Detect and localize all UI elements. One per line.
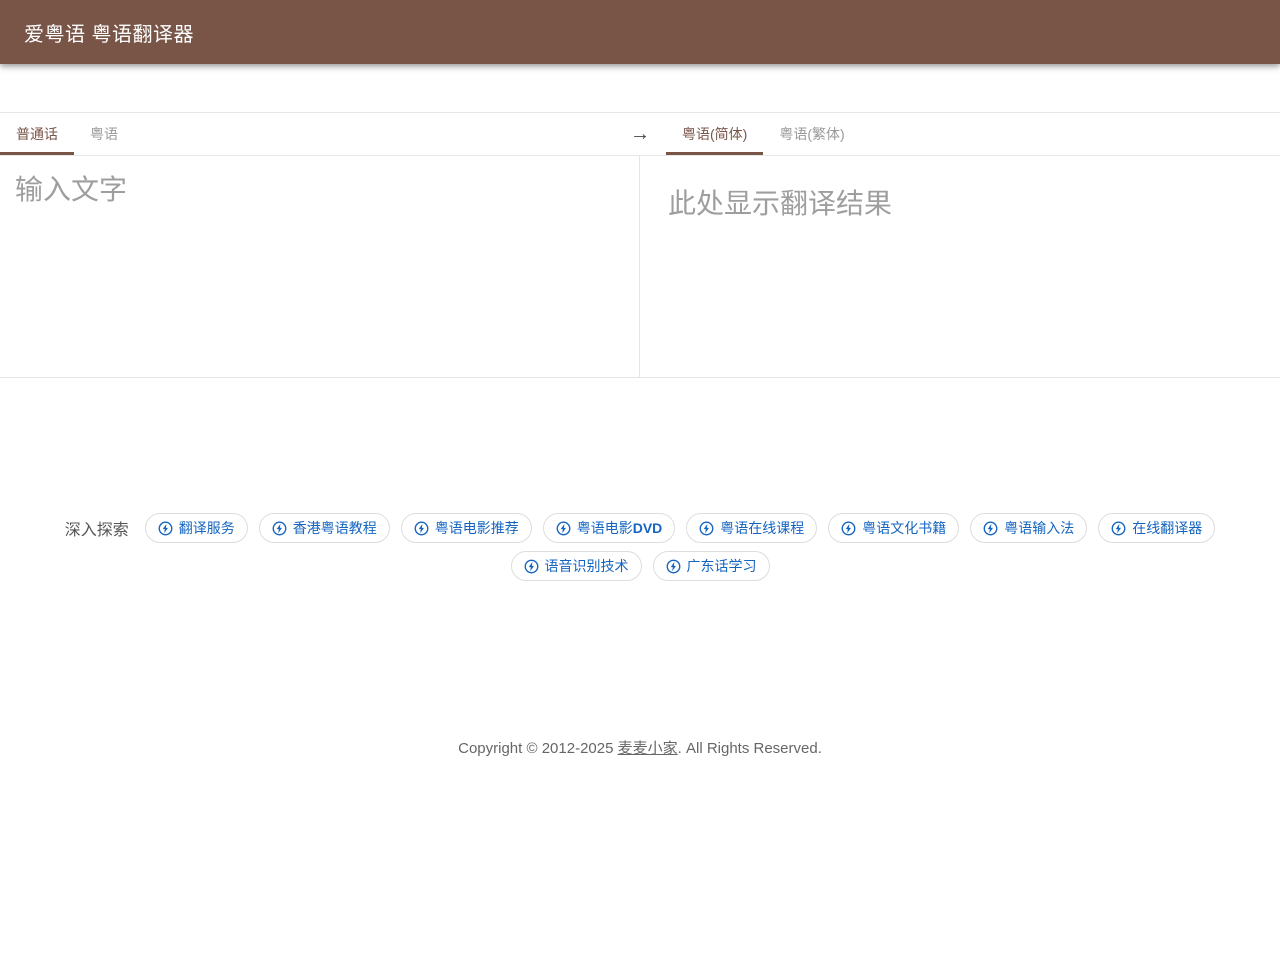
explore-tag[interactable]: 翻译服务: [145, 513, 248, 543]
language-tab-bar: 普通话粤语 → 粤语(简体)粤语(繁体): [0, 112, 1280, 156]
explore-tag[interactable]: 广东话学习: [653, 551, 770, 581]
copyright-prefix: Copyright © 2012-2025: [458, 740, 618, 757]
bolt-circle-icon: [699, 521, 714, 536]
tag-label: 粤语电影推荐: [435, 518, 519, 538]
bolt-circle-icon: [556, 521, 571, 536]
tag-label: 粤语在线课程: [720, 518, 804, 538]
bolt-circle-icon: [666, 559, 681, 574]
explore-tag[interactable]: 粤语输入法: [970, 513, 1087, 543]
page-title: 爱粤语 粤语翻译器: [24, 18, 194, 47]
tag-label: 粤语输入法: [1004, 518, 1074, 538]
bolt-circle-icon: [1111, 521, 1126, 536]
bolt-circle-icon: [158, 521, 173, 536]
tab-source-1[interactable]: 粤语: [74, 113, 134, 155]
target-tab-group-wrap: → 粤语(简体)粤语(繁体): [640, 113, 1280, 155]
bolt-circle-icon: [841, 521, 856, 536]
explore-tag[interactable]: 粤语在线课程: [686, 513, 817, 543]
footer-site-link[interactable]: 麦麦小家: [618, 740, 678, 757]
tag-label: 翻译服务: [179, 518, 235, 538]
tab-target-0[interactable]: 粤语(简体): [666, 113, 763, 155]
bolt-circle-icon: [414, 521, 429, 536]
explore-tag[interactable]: 语音识别技术: [511, 551, 642, 581]
explore-tag[interactable]: 粤语文化书籍: [828, 513, 959, 543]
translator-panels: 此处显示翻译结果: [0, 156, 1280, 378]
arrow-right-icon: →: [630, 113, 666, 155]
tag-label: 在线翻译器: [1132, 518, 1202, 538]
explore-label: 深入探索: [65, 516, 129, 540]
tag-label: 香港粤语教程: [293, 518, 377, 538]
footer: Copyright © 2012-2025 麦麦小家. All Rights R…: [0, 737, 1280, 758]
bolt-circle-icon: [272, 521, 287, 536]
bolt-circle-icon: [524, 559, 539, 574]
explore-tag[interactable]: 香港粤语教程: [259, 513, 390, 543]
tag-label: 粤语文化书籍: [862, 518, 946, 538]
tab-source-0[interactable]: 普通话: [0, 113, 74, 155]
source-text-input[interactable]: [0, 156, 639, 377]
bolt-circle-icon: [983, 521, 998, 536]
explore-tag[interactable]: 粤语电影DVD: [543, 513, 676, 543]
tab-target-1[interactable]: 粤语(繁体): [763, 113, 860, 155]
tag-label: 语音识别技术: [545, 556, 629, 576]
translation-output: 此处显示翻译结果: [640, 156, 1280, 377]
tag-label: 粤语电影DVD: [577, 518, 663, 538]
source-panel: [0, 156, 640, 377]
explore-tag[interactable]: 在线翻译器: [1098, 513, 1215, 543]
source-tab-group: 普通话粤语: [0, 113, 640, 155]
tag-label: 广东话学习: [687, 556, 757, 576]
explore-section: 深入探索 翻译服务 香港粤语教程 粤语电影推荐 粤语电影DVD 粤语在线课程 粤语文化书籍…: [35, 513, 1245, 581]
target-tab-group: 粤语(简体)粤语(繁体): [666, 113, 861, 155]
copyright-suffix: . All Rights Reserved.: [678, 740, 822, 757]
app-header: 爱粤语 粤语翻译器: [0, 0, 1280, 64]
explore-tag[interactable]: 粤语电影推荐: [401, 513, 532, 543]
